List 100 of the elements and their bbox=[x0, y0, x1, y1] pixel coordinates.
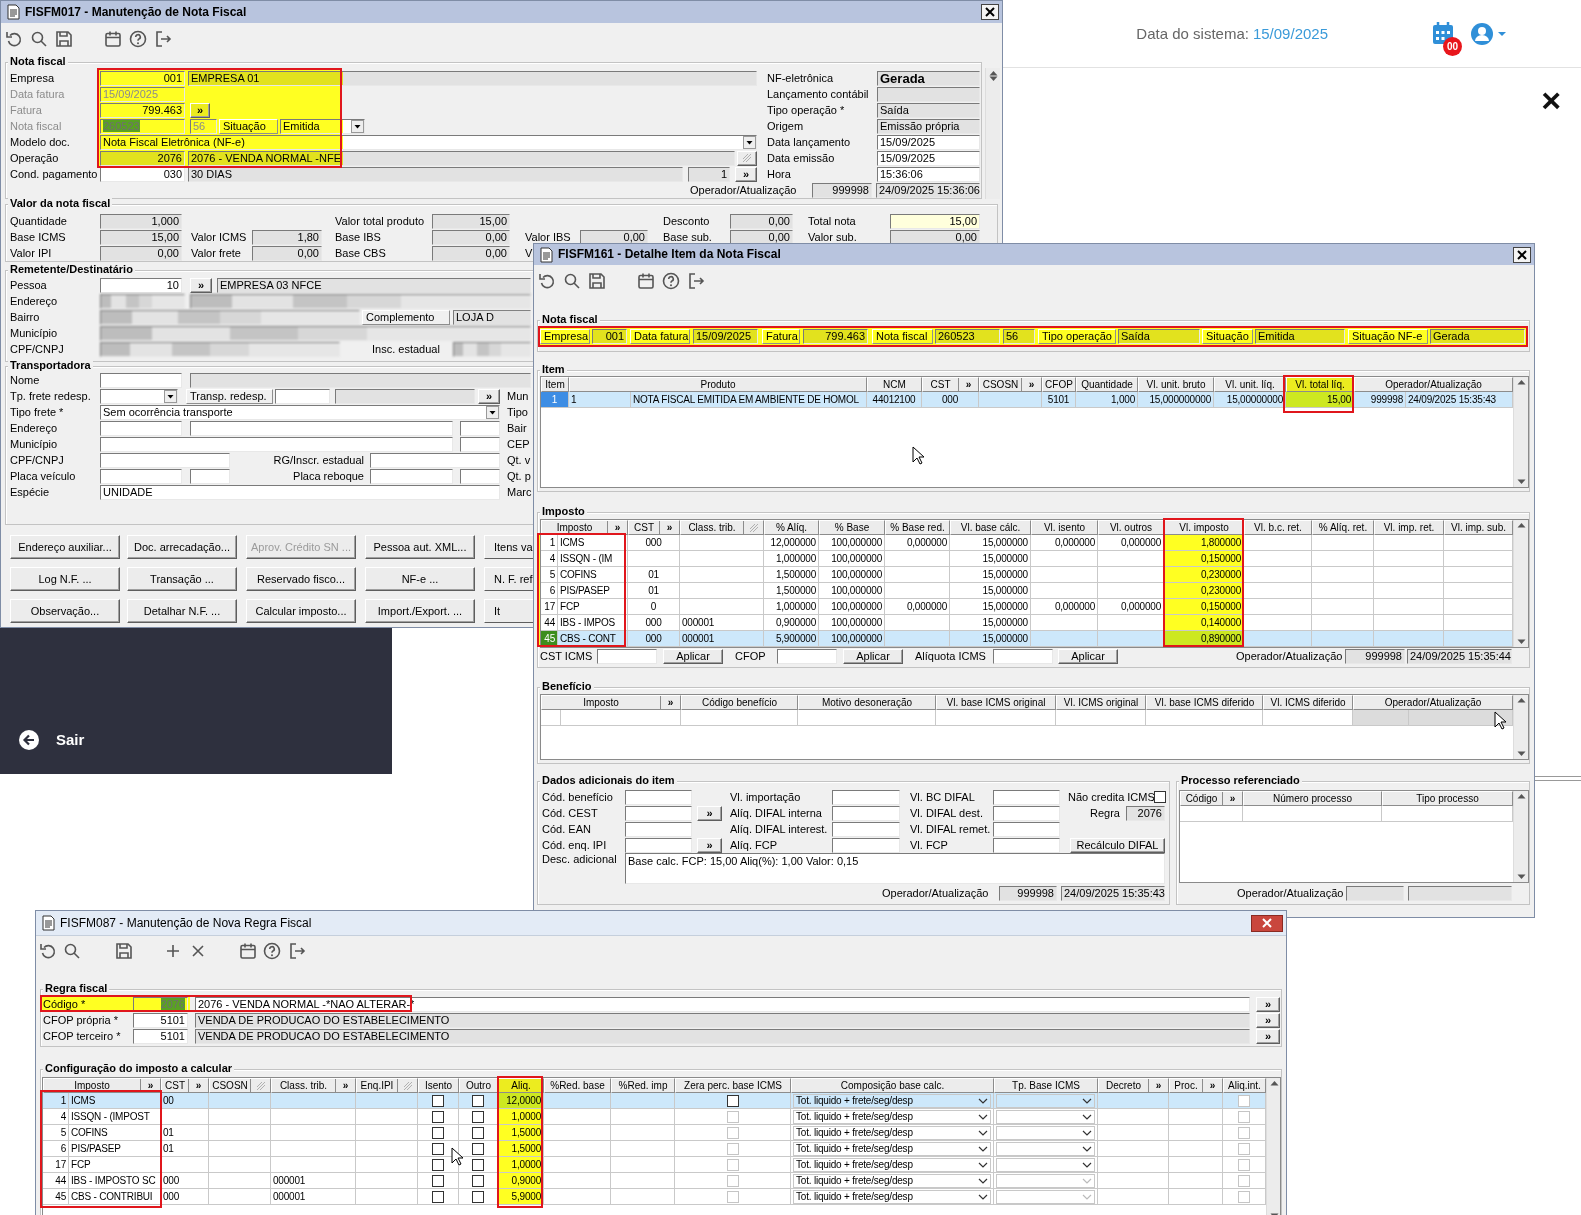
scroll-down-icon[interactable] bbox=[1516, 874, 1526, 880]
action-button[interactable]: Import./Export. ... bbox=[365, 599, 475, 623]
column-header[interactable]: Vl. ICMS original bbox=[1056, 695, 1146, 710]
action-button[interactable]: Reservado fisco... bbox=[246, 567, 356, 591]
action-button[interactable]: Itens va bbox=[484, 535, 533, 559]
input-field[interactable] bbox=[832, 837, 900, 853]
input-field[interactable] bbox=[100, 420, 182, 436]
calendar-icon[interactable] bbox=[637, 272, 655, 290]
action-button[interactable]: Aplicar bbox=[663, 648, 723, 664]
input-field[interactable] bbox=[832, 805, 900, 821]
lookup-button[interactable]: » bbox=[140, 1079, 160, 1092]
action-button[interactable]: Recálculo DIFAL bbox=[1070, 837, 1165, 853]
column-header[interactable]: Vl. outros bbox=[1098, 520, 1164, 535]
column-header[interactable]: NCM bbox=[867, 377, 922, 392]
lookup-button[interactable]: » bbox=[190, 277, 212, 293]
logout-link[interactable]: Sair bbox=[19, 730, 85, 750]
lookup-button[interactable]: » bbox=[1202, 1079, 1222, 1092]
column-header[interactable]: CST » bbox=[922, 377, 979, 392]
column-header[interactable]: Vl. imposto bbox=[1164, 520, 1244, 535]
column-header[interactable]: %Red. imp bbox=[611, 1078, 675, 1093]
column-header[interactable]: % Base bbox=[819, 520, 885, 535]
undo-icon[interactable] bbox=[538, 272, 556, 290]
input-field[interactable]: 15/09/2025 bbox=[877, 134, 980, 150]
column-header[interactable]: CST » bbox=[628, 520, 680, 535]
column-header[interactable]: Código » bbox=[1180, 791, 1243, 806]
scrollbar[interactable] bbox=[1513, 520, 1528, 647]
column-header[interactable]: Vl. unit. líq. bbox=[1214, 377, 1286, 392]
action-button[interactable]: Aplicar bbox=[1058, 648, 1118, 664]
input-field[interactable] bbox=[993, 648, 1053, 664]
dropdown-field[interactable]: Tot. liquido + frete/seg/desp bbox=[793, 1157, 991, 1172]
lookup-button[interactable]: » bbox=[697, 837, 722, 853]
scroll-up-icon[interactable] bbox=[1516, 697, 1526, 703]
exit-icon[interactable] bbox=[288, 942, 306, 960]
lookup-button[interactable]: » bbox=[1256, 1012, 1280, 1028]
caret-icon[interactable] bbox=[486, 405, 499, 419]
column-header[interactable]: Vl. base ICMS diferido bbox=[1146, 695, 1263, 710]
close-button[interactable] bbox=[1251, 914, 1283, 932]
input-field[interactable] bbox=[460, 468, 500, 484]
action-button[interactable]: It bbox=[484, 599, 533, 623]
calendar-icon[interactable] bbox=[104, 30, 122, 48]
column-header[interactable]: Vl. base cálc. bbox=[950, 520, 1031, 535]
input-field[interactable] bbox=[777, 648, 837, 664]
action-button[interactable]: Doc. arrecadação... bbox=[127, 535, 237, 559]
input-field[interactable]: 15/09/2025 bbox=[877, 150, 980, 166]
lookup-button[interactable]: » bbox=[1021, 378, 1041, 391]
dropdown-field[interactable]: Tot. liquido + frete/seg/desp bbox=[793, 1141, 991, 1156]
lookup-button[interactable]: » bbox=[659, 521, 679, 534]
input-field[interactable] bbox=[832, 821, 900, 837]
column-header[interactable]: Class. trib. bbox=[680, 520, 764, 535]
column-header[interactable]: Class. trib. » bbox=[271, 1078, 356, 1093]
caret-icon[interactable] bbox=[164, 389, 177, 403]
input-field[interactable] bbox=[993, 821, 1060, 837]
scroll-down-icon[interactable] bbox=[1516, 479, 1526, 485]
search-icon[interactable] bbox=[63, 942, 81, 960]
checkbox[interactable] bbox=[472, 1158, 484, 1171]
checkbox[interactable] bbox=[726, 1094, 739, 1107]
dropdown-field[interactable] bbox=[996, 1093, 1095, 1108]
dropdown-field[interactable]: Tot. liquido + frete/seg/desp bbox=[793, 1125, 991, 1140]
lookup-button[interactable]: » bbox=[1256, 996, 1280, 1012]
scroll-up-icon[interactable] bbox=[1269, 1080, 1279, 1086]
lookup-button[interactable]: » bbox=[697, 805, 722, 821]
input-field[interactable] bbox=[832, 789, 900, 805]
action-button[interactable]: Observação... bbox=[10, 599, 120, 623]
close-icon[interactable] bbox=[1517, 249, 1527, 260]
save-icon[interactable] bbox=[115, 942, 133, 960]
action-button[interactable]: Aplicar bbox=[843, 648, 903, 664]
checkbox[interactable] bbox=[472, 1174, 484, 1187]
column-header[interactable]: Vl. unit. bruto bbox=[1138, 377, 1214, 392]
action-button[interactable]: Log N.F. ... bbox=[10, 567, 120, 591]
checkbox[interactable] bbox=[432, 1110, 444, 1123]
column-header[interactable]: Proc. » bbox=[1169, 1078, 1223, 1093]
table-row[interactable]: 6 PIS/PASEP 01 1,5000 Tot. liquido + frete/seg/desp bbox=[43, 1141, 1266, 1157]
column-header[interactable]: Tipo processo bbox=[1382, 791, 1513, 806]
checkbox[interactable] bbox=[1154, 791, 1166, 803]
checkbox[interactable] bbox=[432, 1126, 444, 1139]
column-header[interactable]: Aliq.int. bbox=[1223, 1078, 1266, 1093]
input-field[interactable] bbox=[993, 837, 1060, 853]
lookup-button[interactable]: » bbox=[607, 521, 627, 534]
scroll-up-icon[interactable] bbox=[1516, 379, 1526, 385]
action-button[interactable]: N. F. ref bbox=[484, 567, 533, 591]
calendar-icon[interactable] bbox=[239, 942, 257, 960]
checkbox[interactable] bbox=[472, 1142, 484, 1155]
column-header[interactable]: Vl. base ICMS original bbox=[936, 695, 1056, 710]
dropdown-field[interactable]: Nota Fiscal Eletrônica (NF-e) bbox=[100, 134, 757, 150]
lookup-button[interactable]: » bbox=[735, 166, 757, 182]
input-field[interactable] bbox=[100, 452, 230, 468]
table-row[interactable]: 1 ICMS 00 12,0000 Tot. liquido + frete/seg/desp bbox=[43, 1093, 1266, 1109]
search-icon[interactable] bbox=[563, 272, 581, 290]
table-row[interactable]: 4 ISSQN - (IMPOST 1,0000 Tot. liquido + frete/seg/desp bbox=[43, 1109, 1266, 1125]
close-button[interactable] bbox=[981, 4, 999, 20]
action-button[interactable]: Detalhar N.F. ... bbox=[127, 599, 237, 623]
column-header[interactable]: Vl. total líq. bbox=[1286, 377, 1354, 392]
input-field[interactable] bbox=[100, 436, 453, 452]
checkbox[interactable] bbox=[432, 1142, 444, 1155]
checkbox[interactable] bbox=[472, 1094, 484, 1107]
scroll-down-icon[interactable] bbox=[1516, 751, 1526, 757]
user-icon[interactable] bbox=[1470, 21, 1494, 46]
input-field[interactable] bbox=[460, 436, 500, 452]
checkbox[interactable] bbox=[472, 1126, 484, 1139]
table-row[interactable]: 17 FCP 0 1,000000 100,000000 0,000000 15,000000 0,000000 0,000000 0,150000 bbox=[541, 599, 1513, 615]
